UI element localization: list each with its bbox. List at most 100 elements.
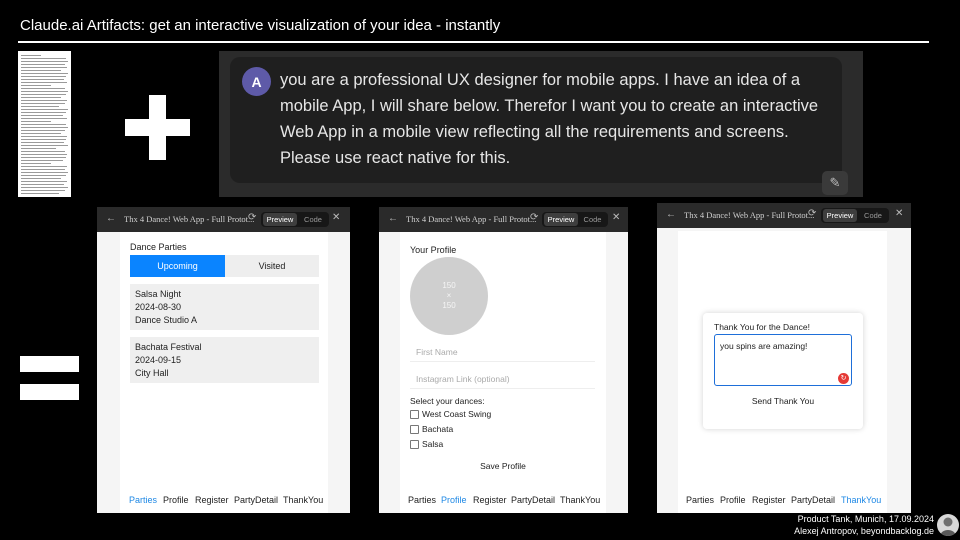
event-date: 2024-09-15 (135, 355, 182, 365)
document-text-line (21, 172, 68, 173)
author-photo-icon (940, 517, 956, 536)
document-text-line (21, 79, 64, 80)
placeholder-width: 150 (442, 281, 456, 290)
checkbox[interactable] (410, 440, 419, 450)
document-text-line (21, 166, 67, 167)
send-thank-you-button[interactable]: Send Thank You (703, 396, 863, 406)
document-text-line (21, 76, 66, 77)
document-text-line (21, 82, 67, 83)
event-place: Dance Studio A (135, 315, 198, 325)
dance-option-bachata[interactable]: Bachata (410, 424, 454, 435)
nav-register[interactable]: Register (752, 495, 786, 505)
document-text-line (21, 97, 61, 98)
code-tab[interactable]: Code (578, 213, 607, 226)
artifact-screenshot-parties: ← Thx 4 Dance! Web App - Full Protot... … (97, 207, 350, 513)
close-icon[interactable]: ✕ (612, 212, 620, 223)
phone-screen: Dance Parties Upcoming Visited Salsa Nig… (120, 232, 328, 513)
artifact-header: ← Thx 4 Dance! Web App - Full Protot... … (657, 203, 911, 228)
nav-parties[interactable]: Parties (686, 495, 714, 505)
document-text-line (21, 91, 68, 92)
document-text-line (21, 109, 68, 110)
refresh-icon[interactable]: ⟳ (248, 212, 256, 223)
close-icon[interactable]: ✕ (332, 212, 340, 223)
event-name: Bachata Festival (135, 342, 202, 352)
grammar-check-icon[interactable]: ↻ (838, 373, 849, 384)
save-profile-button[interactable]: Save Profile (400, 461, 606, 471)
nav-thankyou[interactable]: ThankYou (841, 495, 881, 505)
equals-icon-lower (20, 384, 79, 400)
refresh-icon[interactable]: ⟳ (808, 208, 816, 219)
preview-tab[interactable]: Preview (263, 213, 297, 226)
instagram-field[interactable]: Instagram Link (optional) (410, 369, 595, 389)
tab-visited[interactable]: Visited (225, 255, 319, 277)
phone-screen: Thank You for the Dance! you spins are a… (678, 231, 887, 513)
document-text-line (21, 73, 68, 74)
nav-partydetail[interactable]: PartyDetail (234, 495, 278, 505)
author-avatar (937, 514, 959, 536)
page-title: Dance Parties (130, 242, 187, 252)
thank-you-card: Thank You for the Dance! you spins are a… (703, 313, 863, 429)
nav-partydetail[interactable]: PartyDetail (791, 495, 835, 505)
phone-screen: Your Profile 150 × 150 First Name Instag… (400, 232, 606, 513)
refresh-icon[interactable]: ⟳ (530, 212, 538, 223)
dances-label: Select your dances: (410, 396, 485, 406)
nav-profile[interactable]: Profile (441, 495, 467, 505)
code-tab[interactable]: Code (298, 213, 328, 226)
dance-option-salsa[interactable]: Salsa (410, 439, 443, 450)
nav-profile[interactable]: Profile (163, 495, 189, 505)
close-icon[interactable]: ✕ (895, 208, 903, 219)
tab-upcoming[interactable]: Upcoming (130, 255, 225, 277)
document-text-line (21, 112, 66, 113)
dance-option-westcoast[interactable]: West Coast Swing (410, 409, 491, 420)
nav-partydetail[interactable]: PartyDetail (511, 495, 555, 505)
document-text-line (21, 160, 63, 161)
checkbox[interactable] (410, 425, 419, 435)
bottom-nav: Parties Profile Register PartyDetail Tha… (120, 491, 328, 513)
document-text-line (21, 58, 66, 59)
first-name-field[interactable]: First Name (410, 342, 595, 362)
nav-register[interactable]: Register (195, 495, 229, 505)
message-textarea[interactable]: you spins are amazing! ↻ (714, 334, 852, 386)
document-text-line (21, 106, 59, 107)
document-text-line (21, 178, 61, 179)
back-arrow-icon[interactable]: ← (666, 209, 676, 220)
card-heading: Thank You for the Dance! (714, 322, 810, 332)
nav-parties[interactable]: Parties (408, 495, 436, 505)
equals-icon (20, 356, 79, 372)
pencil-icon[interactable]: ✎ (822, 171, 848, 195)
document-text-line (21, 61, 68, 62)
nav-register[interactable]: Register (473, 495, 507, 505)
document-text-line (21, 103, 65, 104)
back-arrow-icon[interactable]: ← (388, 213, 398, 224)
view-toggle: Preview Code (821, 208, 889, 223)
nav-thankyou[interactable]: ThankYou (560, 495, 600, 505)
dance-label: Bachata (422, 424, 454, 434)
nav-parties[interactable]: Parties (129, 495, 157, 505)
checkbox[interactable] (410, 410, 419, 420)
document-text-line (21, 100, 67, 101)
list-item[interactable]: Bachata Festival 2024-09-15 City Hall (130, 337, 319, 383)
artifact-title: Thx 4 Dance! Web App - Full Protot... (684, 210, 815, 220)
back-arrow-icon[interactable]: ← (106, 213, 116, 224)
artifact-title: Thx 4 Dance! Web App - Full Protot... (124, 214, 255, 224)
preview-tab[interactable]: Preview (823, 209, 857, 222)
profile-photo-placeholder[interactable]: 150 × 150 (410, 257, 488, 335)
document-text-line (21, 67, 67, 68)
document-text-line (21, 184, 64, 185)
document-text-line (21, 142, 64, 143)
slide-title: Claude.ai Artifacts: get an interactive … (20, 17, 501, 34)
document-text-line (21, 169, 65, 170)
artifact-title: Thx 4 Dance! Web App - Full Protot... (406, 214, 537, 224)
code-tab[interactable]: Code (858, 209, 888, 222)
list-item[interactable]: Salsa Night 2024-08-30 Dance Studio A (130, 284, 319, 330)
title-divider (18, 41, 929, 43)
document-text-line (21, 124, 66, 125)
artifact-header: ← Thx 4 Dance! Web App - Full Protot... … (379, 207, 628, 232)
view-toggle: Preview Code (542, 212, 608, 227)
document-text-line (21, 154, 67, 155)
nav-thankyou[interactable]: ThankYou (283, 495, 323, 505)
document-text-line (21, 55, 41, 56)
preview-tab[interactable]: Preview (544, 213, 578, 226)
nav-profile[interactable]: Profile (720, 495, 746, 505)
page-title: Your Profile (410, 245, 457, 255)
